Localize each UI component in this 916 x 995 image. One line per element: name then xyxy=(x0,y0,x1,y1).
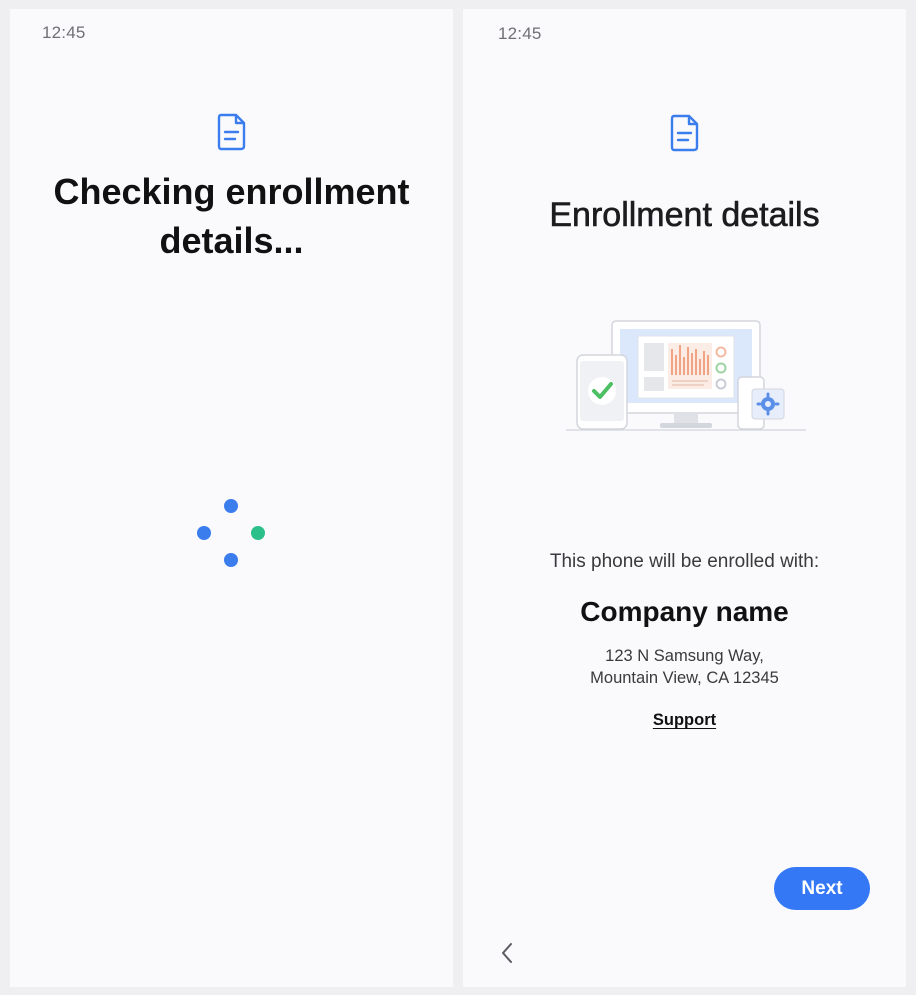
loading-dot xyxy=(224,553,238,567)
document-icon xyxy=(217,113,245,151)
loading-dot xyxy=(197,526,211,540)
checking-enrollment-screen: 12:45 Checking enrollment details... xyxy=(10,9,453,987)
status-time: 12:45 xyxy=(42,23,86,42)
company-name: Company name xyxy=(580,596,789,627)
loading-dots-icon xyxy=(197,499,265,567)
address-line-2: Mountain View, CA 12345 xyxy=(590,669,779,687)
status-time: 12:45 xyxy=(498,24,542,43)
chevron-left-icon[interactable] xyxy=(499,941,515,965)
document-icon xyxy=(670,114,698,152)
page-title: Enrollment details xyxy=(549,196,820,235)
support-link[interactable]: Support xyxy=(653,711,716,730)
devices-illustration xyxy=(566,320,806,431)
enrollment-details-screen: 12:45 Enrollment details This phone will… xyxy=(463,9,906,987)
next-button[interactable]: Next xyxy=(774,867,870,910)
page-title: Checking enrollment details... xyxy=(53,171,410,261)
address-line-1: 123 N Samsung Way, xyxy=(605,647,764,665)
loading-dot xyxy=(224,499,238,513)
loading-dot xyxy=(251,526,265,540)
enrolled-with-label: This phone will be enrolled with: xyxy=(549,551,820,572)
